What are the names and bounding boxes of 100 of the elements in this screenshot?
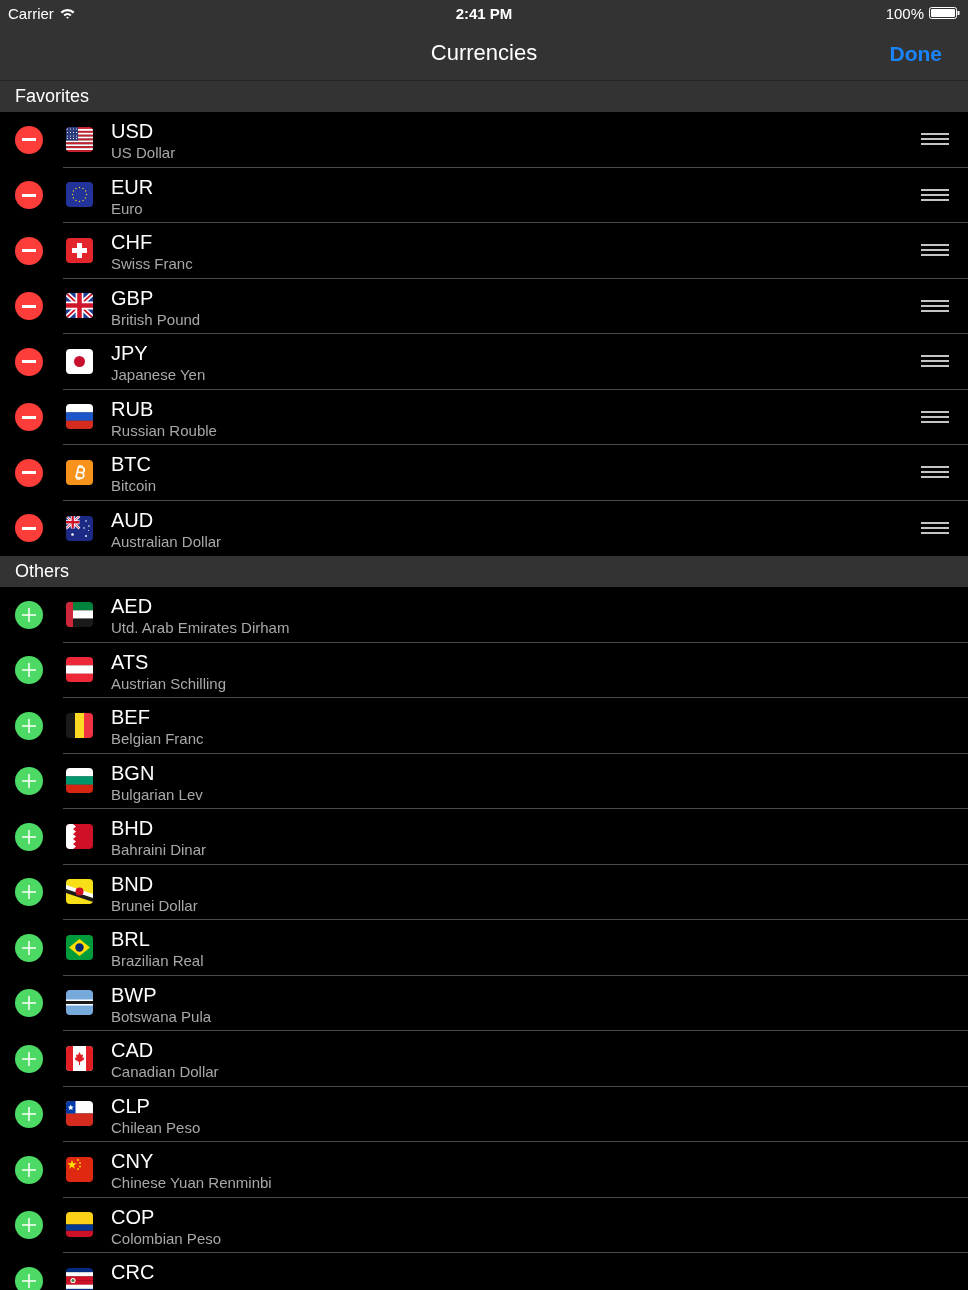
screen-title: Currencies bbox=[430, 42, 538, 64]
add-button[interactable] bbox=[15, 1211, 43, 1240]
currency-name: Canadian Dollar bbox=[111, 1062, 219, 1082]
plus-icon bbox=[22, 829, 36, 844]
minus-icon bbox=[22, 138, 36, 142]
plus-icon bbox=[22, 996, 36, 1011]
currency-name: Euro bbox=[111, 198, 143, 219]
china-flag-icon bbox=[66, 1156, 93, 1182]
drag-handle-icon[interactable] bbox=[921, 466, 949, 479]
plus-icon bbox=[22, 1051, 36, 1066]
currency-name: Chinese Yuan Renminbi bbox=[111, 1173, 272, 1193]
russia-flag-icon bbox=[66, 404, 93, 430]
plus-icon bbox=[22, 1162, 36, 1177]
add-button[interactable] bbox=[15, 1266, 43, 1290]
wifi-icon bbox=[59, 7, 75, 19]
drag-handle-icon[interactable] bbox=[921, 244, 949, 257]
add-button[interactable] bbox=[15, 1044, 43, 1073]
currency-name: Swiss Franc bbox=[111, 254, 193, 274]
drag-handle-icon[interactable] bbox=[921, 355, 949, 368]
currency-name: Botswana Pula bbox=[111, 1006, 212, 1027]
remove-button[interactable] bbox=[15, 292, 43, 321]
remove-button[interactable] bbox=[15, 403, 43, 432]
currency-name: Belgian Franc bbox=[111, 729, 204, 749]
bulgaria-flag-icon bbox=[66, 768, 93, 794]
drag-handle-icon[interactable] bbox=[921, 188, 949, 201]
currency-code: BRL bbox=[111, 928, 150, 950]
plus-icon bbox=[22, 1218, 36, 1233]
currency-code: RUB bbox=[111, 397, 154, 420]
plus-icon bbox=[22, 774, 36, 789]
currency-name: US Dollar bbox=[111, 143, 176, 163]
section-header: Favorites bbox=[0, 81, 968, 112]
remove-button[interactable] bbox=[15, 458, 43, 487]
remove-button[interactable] bbox=[15, 236, 43, 265]
battery-percentage: 100% bbox=[885, 5, 924, 21]
currency-code: CHF bbox=[111, 231, 153, 253]
currency-code: BHD bbox=[111, 817, 154, 839]
add-button[interactable] bbox=[15, 600, 43, 629]
done-button[interactable]: Done bbox=[889, 42, 942, 64]
japan-flag-icon bbox=[66, 348, 93, 374]
minus-icon bbox=[22, 360, 36, 364]
add-button[interactable] bbox=[15, 878, 43, 907]
add-button[interactable] bbox=[15, 933, 43, 962]
drag-handle-icon[interactable] bbox=[921, 410, 949, 423]
plus-icon bbox=[22, 607, 36, 622]
currency-name: Chilean Peso bbox=[111, 1117, 201, 1138]
minus-icon bbox=[22, 415, 36, 419]
add-button[interactable] bbox=[15, 822, 43, 851]
drag-handle-icon[interactable] bbox=[921, 133, 949, 146]
minus-icon bbox=[22, 193, 36, 197]
brunei-flag-icon bbox=[66, 879, 93, 905]
add-button[interactable] bbox=[15, 1155, 43, 1184]
currency-code: COP bbox=[111, 1205, 155, 1228]
currency-code: CRC bbox=[111, 1261, 155, 1283]
currency-name: Bitcoin bbox=[111, 476, 157, 496]
remove-button[interactable] bbox=[15, 514, 43, 543]
plus-icon bbox=[22, 1273, 36, 1288]
add-button[interactable] bbox=[15, 767, 43, 796]
bahrain-flag-icon bbox=[66, 823, 93, 849]
currency-code: BND bbox=[111, 872, 154, 895]
remove-button[interactable] bbox=[15, 347, 43, 376]
currency-name: British Pound bbox=[111, 309, 201, 330]
remove-button[interactable] bbox=[15, 125, 43, 154]
uae-flag-icon bbox=[66, 601, 93, 627]
currency-code: BEF bbox=[111, 706, 150, 728]
minus-icon bbox=[22, 526, 36, 530]
costa-rica-flag-icon bbox=[66, 1267, 93, 1290]
currency-name: Australian Dollar bbox=[111, 531, 222, 552]
currency-code: EUR bbox=[111, 175, 154, 198]
drag-handle-icon[interactable] bbox=[921, 522, 949, 535]
add-button[interactable] bbox=[15, 711, 43, 740]
eu-flag-icon bbox=[66, 182, 93, 208]
minus-icon bbox=[22, 471, 36, 475]
currency-code: USD bbox=[111, 120, 154, 142]
botswana-flag-icon bbox=[66, 990, 93, 1016]
currency-code: CAD bbox=[111, 1039, 154, 1061]
belgium-flag-icon bbox=[66, 712, 93, 738]
minus-icon bbox=[22, 249, 36, 253]
currency-name: Japanese Yen bbox=[111, 365, 206, 385]
section-header: Others bbox=[0, 556, 968, 587]
currency-name: Utd. Arab Emirates Dirham bbox=[111, 618, 290, 638]
canada-flag-icon bbox=[66, 1045, 93, 1071]
currency-code: JPY bbox=[111, 342, 148, 364]
plus-icon bbox=[22, 663, 36, 678]
colombia-flag-icon bbox=[66, 1212, 93, 1238]
remove-button[interactable] bbox=[15, 181, 43, 210]
currency-code: AUD bbox=[111, 508, 154, 531]
add-button[interactable] bbox=[15, 656, 43, 685]
status-time: 2:41 PM bbox=[455, 5, 513, 21]
currency-code: GBP bbox=[111, 286, 154, 309]
drag-handle-icon[interactable] bbox=[921, 299, 949, 312]
add-button[interactable] bbox=[15, 1100, 43, 1129]
add-button[interactable] bbox=[15, 989, 43, 1018]
currency-name: Brunei Dollar bbox=[111, 895, 198, 916]
currency-code: ATS bbox=[111, 650, 149, 673]
currency-name: Bulgarian Lev bbox=[111, 784, 203, 805]
bitcoin-icon bbox=[66, 459, 93, 485]
currency-code: BTC bbox=[111, 453, 151, 475]
plus-icon bbox=[22, 718, 36, 733]
currency-code: CLP bbox=[111, 1094, 150, 1117]
currency-name: Austrian Schilling bbox=[111, 673, 227, 694]
